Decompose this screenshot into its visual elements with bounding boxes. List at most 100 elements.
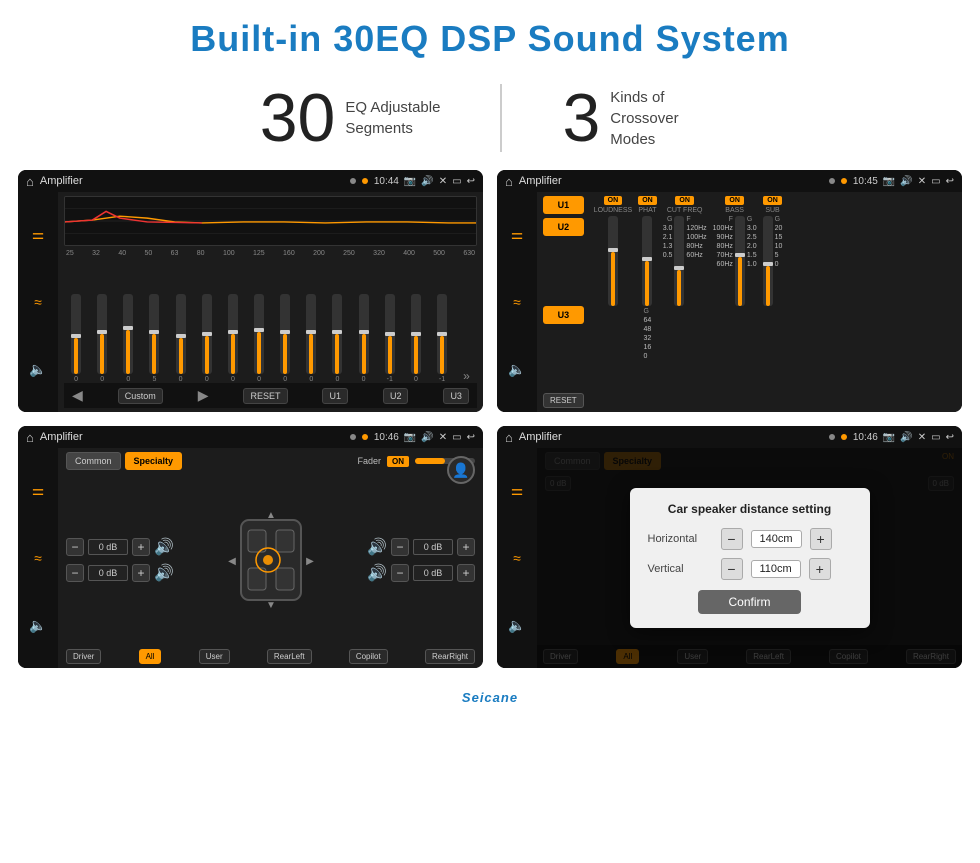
bass-slider[interactable] — [735, 216, 745, 306]
slider-14[interactable]: 0 — [411, 294, 421, 383]
rear-left-minus[interactable]: − — [66, 564, 84, 582]
slider-15[interactable]: -1 — [437, 294, 447, 383]
amp-presets: U1 U2 U3 RESET — [543, 196, 584, 408]
front-left-minus[interactable]: − — [66, 538, 84, 556]
window-icon-4[interactable]: ▭ — [931, 432, 940, 443]
window-icon-2[interactable]: ▭ — [931, 176, 940, 187]
preset-u3[interactable]: U3 — [543, 306, 584, 324]
window-icon[interactable]: ▭ — [452, 176, 461, 187]
slider-12[interactable]: 0 — [359, 294, 369, 383]
slider-7[interactable]: 0 — [228, 294, 238, 383]
close-icon-4[interactable]: ✕ — [918, 432, 926, 443]
preset-u2[interactable]: U2 — [543, 218, 584, 236]
front-left-plus[interactable]: + — [132, 538, 150, 556]
rear-right-plus[interactable]: + — [457, 564, 475, 582]
slider-8[interactable]: 0 — [254, 294, 264, 383]
u1-btn[interactable]: U1 — [322, 388, 348, 404]
svg-text:▲: ▲ — [266, 510, 276, 521]
custom-btn[interactable]: Custom — [118, 388, 163, 404]
phat-slider[interactable] — [642, 216, 652, 306]
wave-icon-4[interactable]: ≈ — [513, 550, 521, 566]
eq-adjust-icon[interactable]: ⚌ — [32, 226, 45, 243]
slider-13[interactable]: -1 — [385, 294, 395, 383]
screen3-time: 10:46 — [374, 432, 399, 443]
rear-left-plus[interactable]: + — [132, 564, 150, 582]
status-dot8 — [841, 434, 847, 440]
eq-icon-3[interactable]: ⚌ — [32, 482, 45, 499]
slider-5[interactable]: 0 — [176, 294, 186, 383]
wave-icon[interactable]: ≈ — [34, 294, 42, 310]
camera-icon-4: 📷 — [883, 432, 895, 443]
cutfreq-slider[interactable] — [674, 216, 684, 306]
u2-btn[interactable]: U2 — [383, 388, 409, 404]
front-right-minus[interactable]: − — [391, 538, 409, 556]
vol-icon-4[interactable]: 🔈 — [508, 617, 525, 634]
screen3-body: ⚌ ≈ 🔈 Common Specialty Fader ON — [18, 448, 483, 668]
eq-icon-2[interactable]: ⚌ — [511, 226, 524, 243]
back-icon-2[interactable]: ↩ — [946, 176, 954, 187]
more-icon[interactable]: » — [463, 369, 470, 383]
prev-arrow[interactable]: ◀ — [72, 387, 83, 404]
screen1-sidebar: ⚌ ≈ 🔈 — [18, 192, 58, 412]
common-tab[interactable]: Common — [66, 452, 121, 470]
eq-sliders-row: 0 0 0 — [64, 259, 477, 383]
front-right-val: 0 dB — [413, 539, 453, 555]
confirm-button[interactable]: Confirm — [698, 590, 800, 614]
sub-slider[interactable] — [763, 216, 773, 306]
close-icon[interactable]: ✕ — [439, 176, 447, 187]
slider-2[interactable]: 0 — [97, 294, 107, 383]
back-icon[interactable]: ↩ — [467, 176, 475, 187]
window-icon-3[interactable]: ▭ — [452, 432, 461, 443]
screen1-body: ⚌ ≈ 🔈 — [18, 192, 483, 412]
preset-u1[interactable]: U1 — [543, 196, 584, 214]
all-btn[interactable]: All — [139, 649, 162, 664]
eq-icon-4[interactable]: ⚌ — [511, 482, 524, 499]
vol-down-icon[interactable]: 🔈 — [29, 361, 46, 378]
loudness-slider[interactable] — [608, 216, 618, 306]
loudness-control: ON LOUDNESS — [594, 196, 633, 408]
slider-1[interactable]: 0 — [71, 294, 81, 383]
horizontal-minus[interactable]: − — [721, 528, 743, 550]
screen-eq-sliders: ⌂ Amplifier 10:44 📷 🔊 ✕ ▭ ↩ ⚌ ≈ 🔈 — [18, 170, 483, 412]
car-diagram-svg: ▲ ▼ ◀ ▶ — [226, 510, 316, 610]
screen2-app-title: Amplifier — [519, 175, 823, 187]
slider-9[interactable]: 0 — [280, 294, 290, 383]
copilot-btn[interactable]: Copilot — [349, 649, 388, 664]
right-channels: 🔊 − 0 dB + 🔊 − 0 dB + — [367, 537, 475, 583]
vol-icon-2[interactable]: 🔈 — [508, 361, 525, 378]
driver-btn[interactable]: Driver — [66, 649, 101, 664]
slider-4[interactable]: 5 — [149, 294, 159, 383]
slider-6[interactable]: 0 — [202, 294, 212, 383]
avatar-icon[interactable]: 👤 — [447, 456, 475, 484]
vertical-plus[interactable]: + — [809, 558, 831, 580]
close-icon-3[interactable]: ✕ — [439, 432, 447, 443]
slider-10[interactable]: 0 — [306, 294, 316, 383]
front-right-plus[interactable]: + — [457, 538, 475, 556]
reset-amp-btn[interactable]: RESET — [543, 393, 584, 408]
rear-right-minus[interactable]: − — [391, 564, 409, 582]
u3-btn[interactable]: U3 — [443, 388, 469, 404]
back-icon-3[interactable]: ↩ — [467, 432, 475, 443]
back-icon-4[interactable]: ↩ — [946, 432, 954, 443]
screen4-status-right: 10:46 📷 🔊 ✕ ▭ ↩ — [853, 432, 954, 443]
screen3-app-title: Amplifier — [40, 431, 344, 443]
home-icon[interactable]: ⌂ — [26, 174, 34, 189]
wave-icon-3[interactable]: ≈ — [34, 550, 42, 566]
home-icon-4[interactable]: ⌂ — [505, 430, 513, 445]
rear-left-btn[interactable]: RearLeft — [267, 649, 312, 664]
slider-11[interactable]: 0 — [332, 294, 342, 383]
cutfreq-label: CUT FREQ — [667, 207, 703, 214]
vol-icon-3[interactable]: 🔈 — [29, 617, 46, 634]
specialty-tab[interactable]: Specialty — [125, 452, 183, 470]
close-icon-2[interactable]: ✕ — [918, 176, 926, 187]
home-icon-3[interactable]: ⌂ — [26, 430, 34, 445]
reset-btn[interactable]: RESET — [243, 388, 287, 404]
horizontal-plus[interactable]: + — [810, 528, 832, 550]
user-btn[interactable]: User — [199, 649, 230, 664]
next-arrow[interactable]: ▶ — [198, 387, 209, 404]
home-icon-2[interactable]: ⌂ — [505, 174, 513, 189]
wave-icon-2[interactable]: ≈ — [513, 294, 521, 310]
rear-right-btn[interactable]: RearRight — [425, 649, 475, 664]
slider-3[interactable]: 0 — [123, 294, 133, 383]
vertical-minus[interactable]: − — [721, 558, 743, 580]
